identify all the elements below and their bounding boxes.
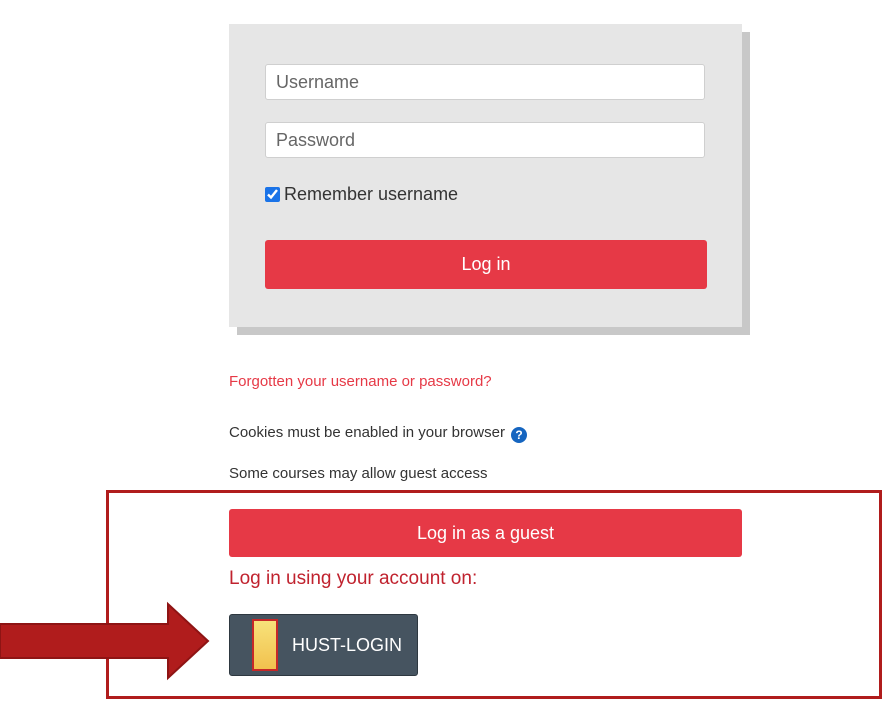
username-input[interactable]: [265, 64, 705, 100]
hust-login-label: HUST-LOGIN: [292, 634, 403, 655]
login-button[interactable]: Log in: [265, 240, 707, 289]
cookies-notice: Cookies must be enabled in your browser?: [229, 424, 527, 443]
cookies-notice-text: Cookies must be enabled in your browser: [229, 424, 505, 441]
guest-access-text: Some courses may allow guest access: [229, 465, 488, 482]
hust-logo-icon: [252, 619, 278, 671]
remember-username-label: Remember username: [284, 184, 459, 204]
login-card: Remember username Log in: [229, 24, 742, 327]
forgot-password-link[interactable]: Forgotten your username or password?: [229, 373, 492, 390]
annotation-arrow-icon: [0, 601, 210, 681]
help-icon[interactable]: ?: [510, 427, 527, 443]
remember-username-checkbox[interactable]: [265, 187, 280, 202]
sso-heading: Log in using your account on:: [229, 568, 478, 589]
remember-username-row[interactable]: Remember username: [265, 184, 458, 205]
guest-login-button[interactable]: Log in as a guest: [229, 509, 742, 557]
hust-login-button[interactable]: HUST-LOGIN: [229, 614, 418, 676]
password-input[interactable]: [265, 122, 705, 158]
